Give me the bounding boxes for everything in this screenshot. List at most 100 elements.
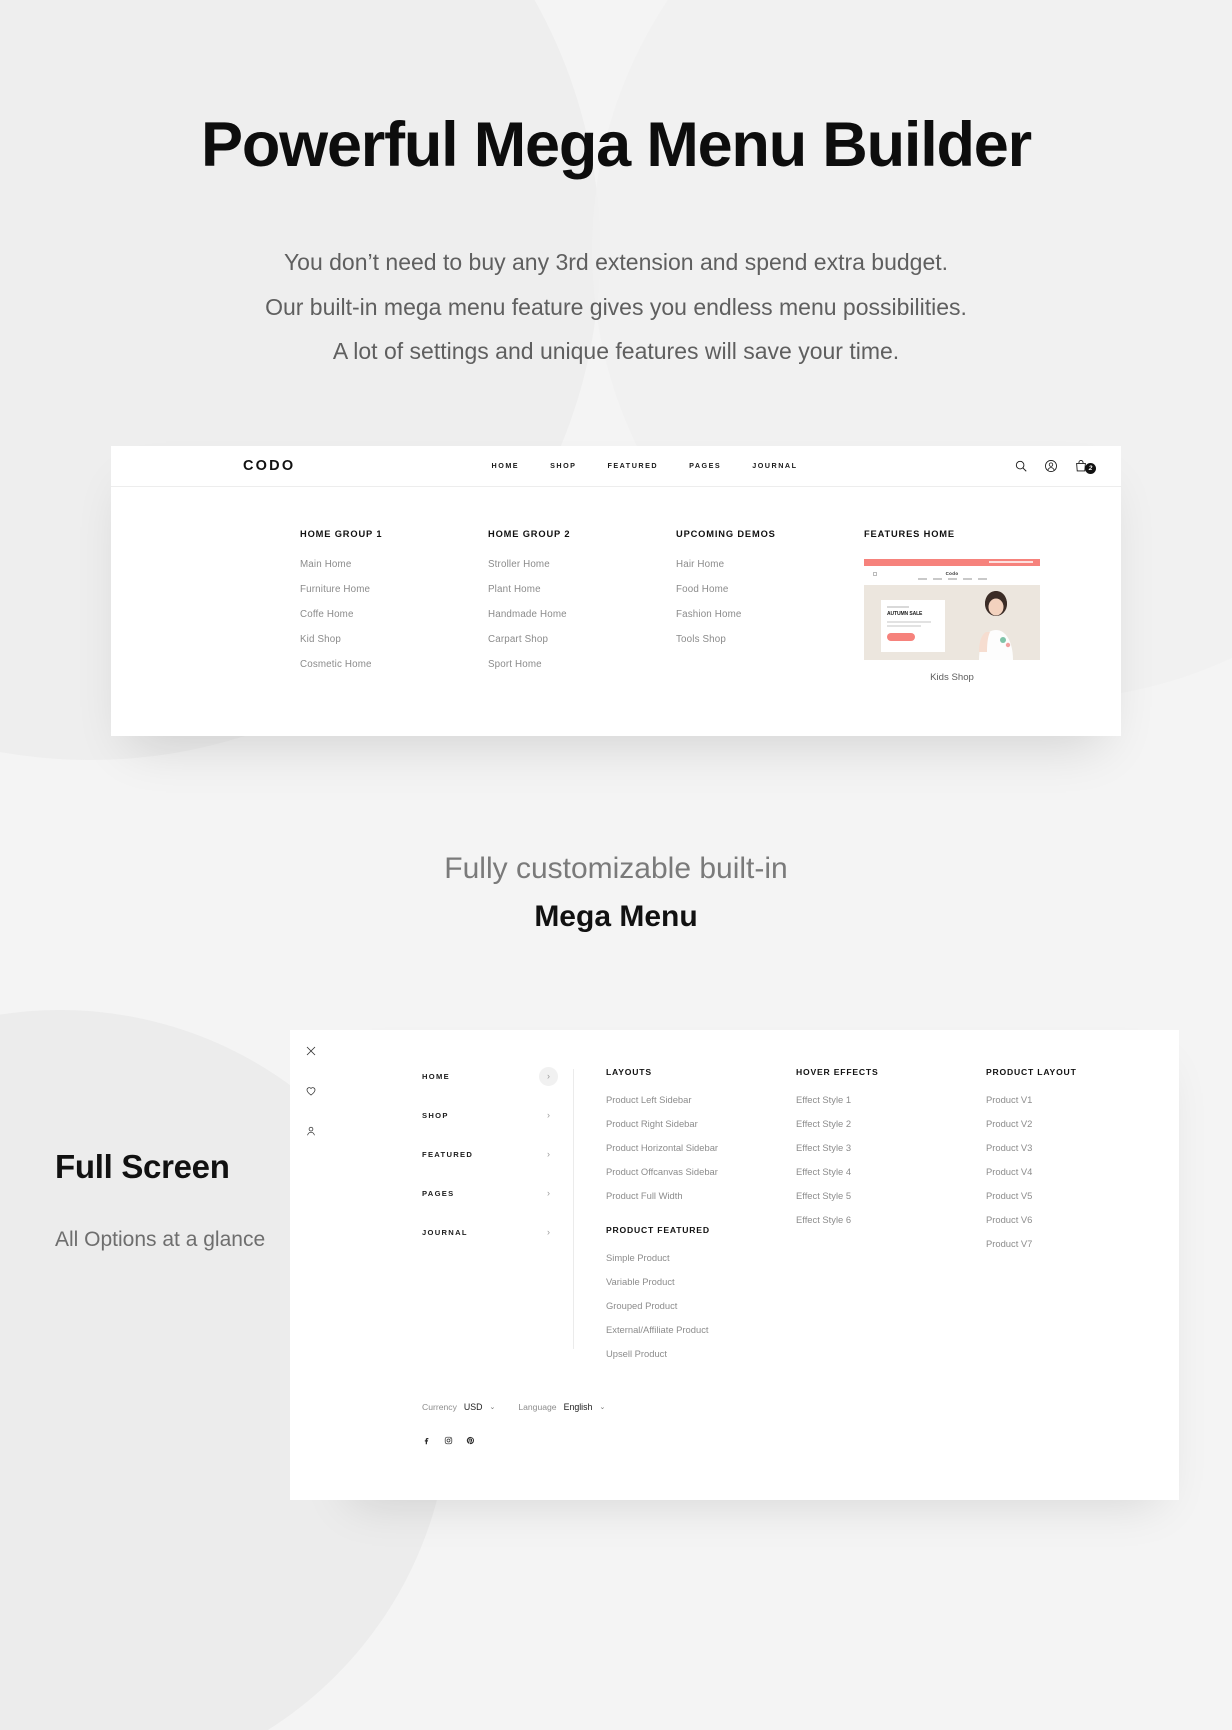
features-home-caption: Kids Shop [930,671,974,683]
menu-link[interactable]: Product V6 [986,1214,1166,1225]
chevron-right-icon[interactable]: › [539,1106,558,1125]
nav-item-journal[interactable]: JOURNAL [752,461,797,470]
fs-menu-item-pages[interactable]: PAGES › [422,1184,558,1203]
menu-link[interactable]: Main Home [300,559,488,570]
fs-menu-item-featured[interactable]: FEATURED › [422,1145,558,1164]
menu-link[interactable]: Effect Style 4 [796,1166,986,1177]
thumb-header: Codo [864,565,1040,585]
menu-link[interactable]: Coffe Home [300,609,488,620]
menu-link[interactable]: Product V2 [986,1118,1166,1129]
fs-column-product-layout: PRODUCT LAYOUT Product V1 Product V2 Pro… [986,1067,1166,1372]
mega-column-upcoming-demos: UPCOMING DEMOS Hair Home Food Home Fashi… [676,529,864,684]
site-logo[interactable]: CODO [111,458,293,474]
menu-link[interactable]: Effect Style 1 [796,1094,986,1105]
page-title: Powerful Mega Menu Builder [201,110,1032,180]
menu-link[interactable]: Stroller Home [488,559,676,570]
fullscreen-subheading: All Options at a glance [55,1227,266,1251]
hero-line-3: A lot of settings and unique features wi… [332,338,900,365]
mega-menu-panel: HOME GROUP 1 Main Home Furniture Home Co… [111,487,1121,736]
menu-link[interactable]: Sport Home [488,659,676,670]
menu-link[interactable]: Plant Home [488,584,676,595]
nav-item-featured[interactable]: FEATURED [607,461,658,470]
nav-item-home[interactable]: HOME [492,461,520,470]
fs-menu-item-home[interactable]: HOME › [422,1066,558,1086]
language-selector[interactable]: Language English ⌄ [518,1402,605,1412]
fullscreen-heading: Full Screen [55,1147,230,1185]
menu-link[interactable]: Effect Style 2 [796,1118,986,1129]
menu-link[interactable]: Furniture Home [300,584,488,595]
menu-link[interactable]: Carpart Shop [488,634,676,645]
features-home-thumbnail[interactable]: Codo AUTUMN SALE [864,558,1040,660]
menu-link[interactable]: Product Horizontal Sidebar [606,1142,796,1153]
column-title: FEATURES HOME [864,528,955,539]
fs-menu-label: SHOP [422,1110,449,1120]
chevron-right-icon[interactable]: › [539,1145,558,1164]
thumb-hero: AUTUMN SALE [864,584,1040,660]
menu-link[interactable]: Kid Shop [300,634,488,645]
mega-column-features-home: FEATURES HOME Codo AUTUMN SALE Kids Shop [864,529,1074,684]
user-icon[interactable] [305,1124,317,1142]
chevron-down-icon[interactable]: ⌄ [489,1403,495,1411]
menu-link[interactable]: Effect Style 5 [796,1190,986,1201]
fullscreen-submenu-columns: LAYOUTS Product Left Sidebar Product Rig… [574,1067,1179,1372]
menu-link[interactable]: Product Left Sidebar [606,1094,796,1105]
user-icon[interactable] [1044,459,1058,473]
heart-icon[interactable] [305,1084,317,1102]
menu-link[interactable]: Handmade Home [488,609,676,620]
language-value: English [563,1401,593,1412]
menu-link[interactable]: Variable Product [606,1276,796,1287]
page-root: Powerful Mega Menu Builder You don’t nee… [0,0,1232,1730]
menu-link[interactable]: Product V1 [986,1094,1166,1105]
header-actions: 2 [938,459,1096,474]
close-icon[interactable] [305,1044,317,1062]
instagram-icon[interactable] [444,1432,453,1450]
thumb-model-image [979,590,1013,660]
site-header: CODO HOME SHOP FEATURED PAGES JOURNAL 2 [111,446,1121,487]
mega-menu-preview: CODO HOME SHOP FEATURED PAGES JOURNAL 2 … [111,445,1121,736]
pinterest-icon[interactable] [466,1432,475,1450]
chevron-down-icon[interactable]: ⌄ [599,1403,605,1411]
chevron-right-icon[interactable]: › [539,1223,558,1242]
nav-item-pages[interactable]: PAGES [689,461,721,470]
fs-menu-label: FEATURED [422,1149,474,1159]
menu-link[interactable]: Grouped Product [606,1300,796,1311]
menu-link[interactable]: Simple Product [606,1252,796,1263]
menu-link[interactable]: Food Home [676,584,864,595]
menu-link[interactable]: Product Offcanvas Sidebar [606,1166,796,1177]
menu-link[interactable]: Product V4 [986,1166,1166,1177]
fs-menu-label: HOME [422,1071,450,1081]
fullscreen-menu-panel: HOME › SHOP › FEATURED › PAGES › JOURNAL… [290,1029,1179,1500]
menu-link[interactable]: External/Affiliate Product [606,1324,796,1335]
menu-link[interactable]: Cosmetic Home [300,659,488,670]
chevron-right-icon[interactable]: › [539,1066,558,1086]
menu-link[interactable]: Fashion Home [676,609,864,620]
menu-link[interactable]: Effect Style 3 [796,1142,986,1153]
hero-section: Powerful Mega Menu Builder You don’t nee… [0,0,1232,374]
column-title: LAYOUTS [606,1066,652,1077]
nav-item-shop[interactable]: SHOP [550,461,576,470]
fs-menu-item-shop[interactable]: SHOP › [422,1106,558,1125]
fullscreen-footer: Currency USD ⌄ Language English ⌄ [422,1402,605,1450]
menu-link[interactable]: Effect Style 6 [796,1214,986,1225]
facebook-icon[interactable] [422,1432,431,1450]
column-title: UPCOMING DEMOS [676,528,776,539]
menu-link[interactable]: Product Right Sidebar [606,1118,796,1129]
hero-line-1: You don’t need to buy any 3rd extension … [283,249,949,276]
menu-link[interactable]: Hair Home [676,559,864,570]
search-icon[interactable] [1014,459,1028,473]
chevron-right-icon[interactable]: › [539,1184,558,1203]
hero-description: You don’t need to buy any 3rd extension … [0,240,1232,374]
menu-link[interactable]: Product V3 [986,1142,1166,1153]
fs-column-layouts: LAYOUTS Product Left Sidebar Product Rig… [606,1067,796,1372]
column-title: HOME GROUP 2 [488,528,571,539]
cart-icon[interactable]: 2 [1074,459,1096,474]
menu-link[interactable]: Product Full Width [606,1190,796,1201]
fs-menu-item-journal[interactable]: JOURNAL › [422,1223,558,1242]
menu-link[interactable]: Product V7 [986,1238,1166,1249]
primary-nav: HOME SHOP FEATURED PAGES JOURNAL [351,461,938,470]
menu-link[interactable]: Product V5 [986,1190,1166,1201]
thumb-promo-heading: AUTUMN SALE [887,610,923,617]
menu-link[interactable]: Upsell Product [606,1348,796,1359]
menu-link[interactable]: Tools Shop [676,634,864,645]
currency-selector[interactable]: Currency USD ⌄ [422,1402,495,1412]
